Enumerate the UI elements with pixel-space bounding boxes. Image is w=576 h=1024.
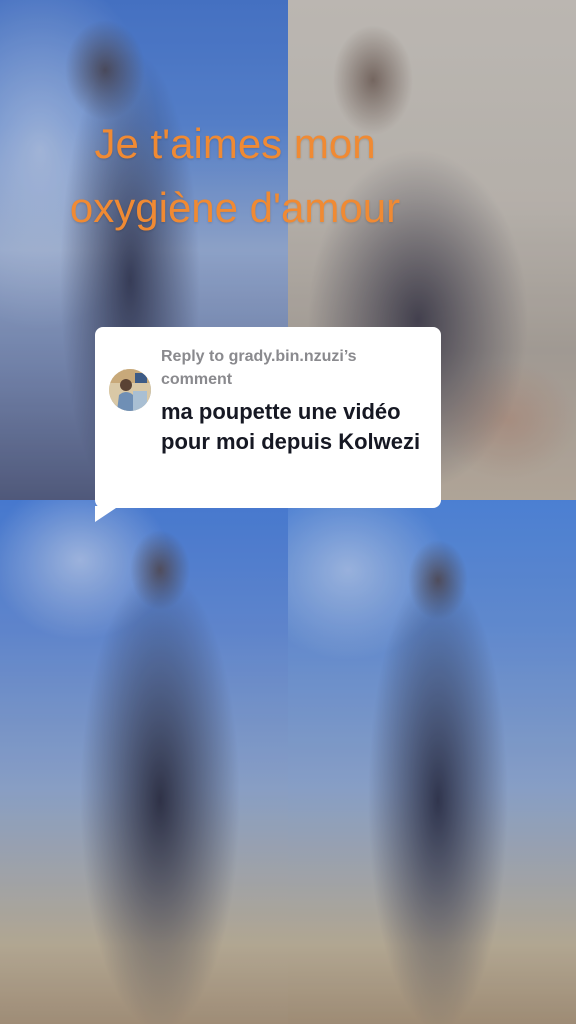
reply-username[interactable]: grady.bin.nzuzi	[229, 348, 344, 365]
reply-header: Reply to grady.bin.nzuzi’s comment	[161, 345, 431, 391]
reply-comment-bubble[interactable]: Reply to grady.bin.nzuzi’s comment ma po…	[95, 327, 441, 508]
caption-line-2: oxygiène d'amour	[69, 184, 401, 231]
reply-bubble-tail	[95, 506, 119, 522]
reply-prefix: Reply to	[161, 348, 229, 365]
video-caption: Je t'aimes mon oxygiène d'amour	[0, 112, 470, 240]
user-avatar-icon	[109, 369, 151, 411]
reply-comment-text: ma poupette une vidéo pour moi depuis Ko…	[161, 399, 421, 454]
video-player[interactable]: Je t'aimes mon oxygiène d'amour Reply to…	[0, 0, 576, 1024]
commenter-avatar[interactable]	[109, 369, 151, 411]
caption-line-1: Je t'aimes mon	[94, 120, 376, 167]
